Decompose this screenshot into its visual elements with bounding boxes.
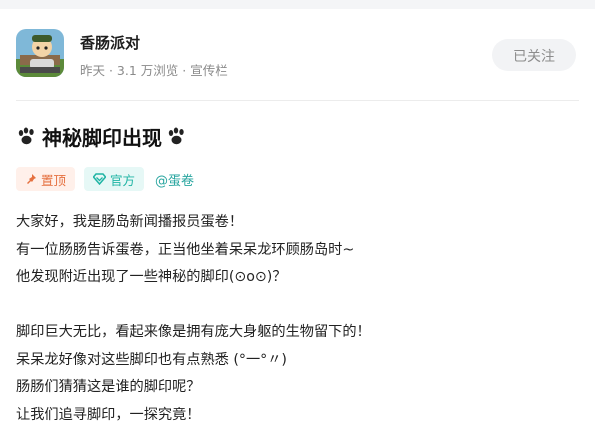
body-line: 有一位肠肠告诉蛋卷，正当他坐着呆呆龙环顾肠岛时~ (16, 241, 355, 258)
diamond-icon (93, 173, 107, 185)
mention-link[interactable]: @蛋卷 (153, 170, 194, 189)
pinned-label: 置顶 (41, 172, 67, 188)
paw-icon (18, 127, 34, 144)
body-line: 让我们追寻脚印，一探究竟！ (16, 406, 201, 423)
post-meta: 昨天 · 3.1 万浏览 · 宣传栏 (80, 63, 228, 78)
paw-icon (168, 127, 184, 144)
official-label: 官方 (110, 172, 136, 188)
post-header: 香肠派对 昨天 · 3.1 万浏览 · 宣传栏 已关注 (16, 29, 579, 79)
body-line: 肠肠们猜猜这是谁的脚印呢？ (16, 379, 201, 395)
official-tag: 官方 (84, 167, 145, 191)
author-name[interactable]: 香肠派对 (80, 32, 140, 53)
follow-button[interactable]: 已关注 (492, 39, 576, 71)
body-line: 脚印巨大无比，看起来像是拥有庞大身躯的生物留下的！ (16, 324, 371, 340)
post-body: 大家好，我是肠岛新闻播报员蛋卷！ 有一位肠肠告诉蛋卷，正当他坐着呆呆龙环顾肠岛时… (16, 209, 579, 429)
body-line: 他发现附近出现了一些神秘的脚印(⊙o⊙)？ (16, 269, 287, 285)
body-line: 大家好，我是肠岛新闻播报员蛋卷！ (16, 214, 244, 230)
pin-icon (27, 174, 36, 184)
pinned-tag: 置顶 (16, 167, 76, 191)
top-strip (0, 0, 595, 9)
post-tags: 置顶 官方 @蛋卷 (16, 166, 194, 192)
divider (16, 100, 579, 101)
avatar-image (16, 29, 64, 77)
post-title-row: 神秘脚印出现 (16, 122, 188, 151)
author-avatar[interactable] (16, 29, 64, 77)
post-title: 神秘脚印出现 (42, 126, 162, 150)
body-line: 呆呆龙好像对这些脚印也有点熟悉 (°一°〃) (16, 351, 287, 368)
